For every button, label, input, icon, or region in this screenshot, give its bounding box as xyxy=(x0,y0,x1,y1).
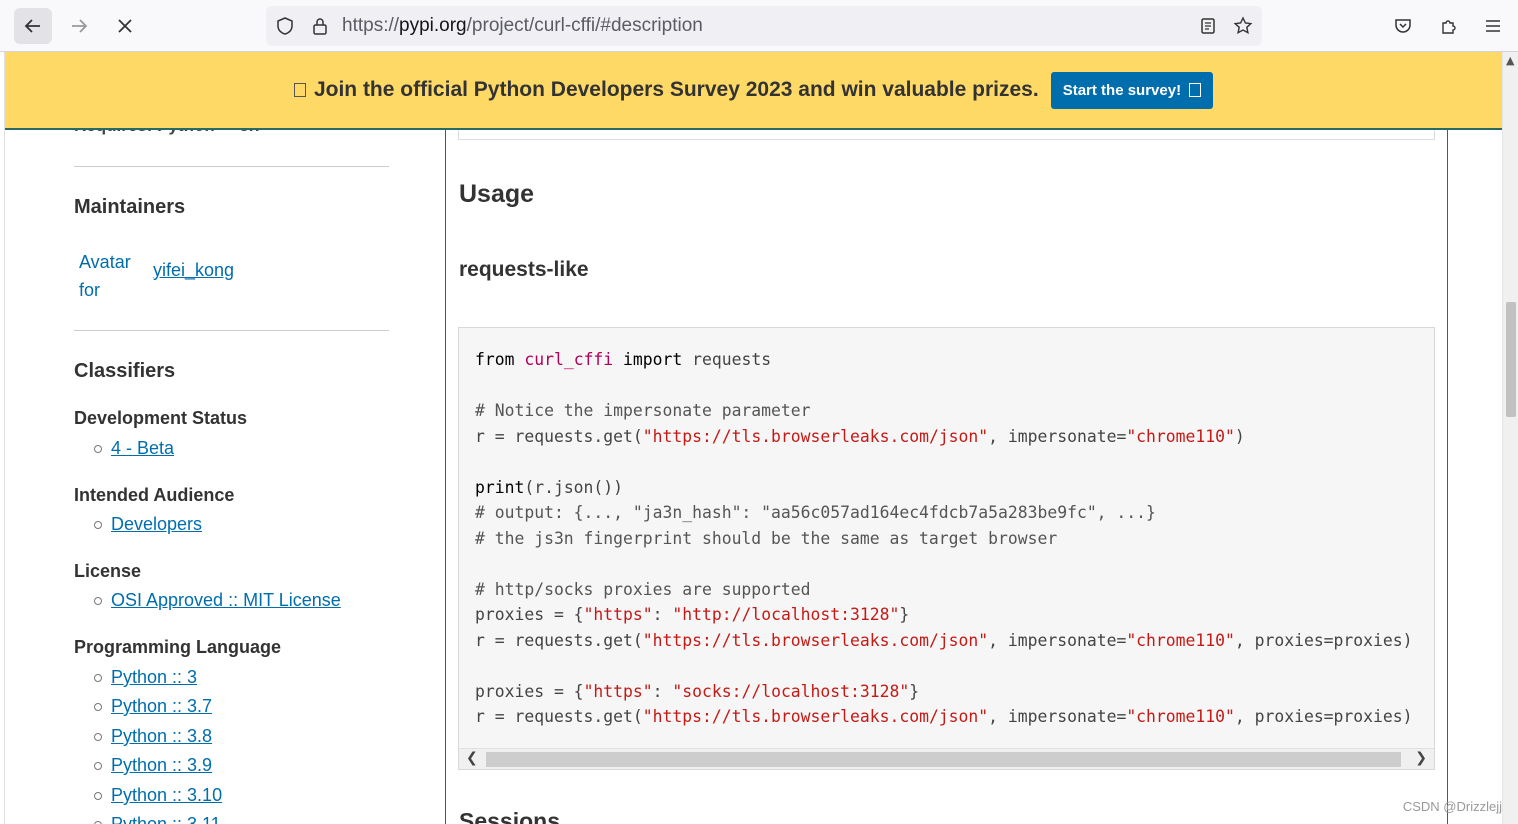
address-bar[interactable]: https://pypi.org/project/curl-cffi/#desc… xyxy=(266,6,1262,46)
avatar-alt-text: for xyxy=(79,280,101,300)
scrollbar-thumb[interactable] xyxy=(486,752,1401,767)
maintainers-heading: Maintainers xyxy=(74,196,186,218)
watermark: CSDN @Drizzlejj xyxy=(1402,799,1502,814)
scroll-left-icon[interactable]: ❮ xyxy=(466,750,478,766)
broken-image-icon xyxy=(1189,83,1202,97)
close-icon xyxy=(118,19,132,33)
back-button[interactable] xyxy=(14,8,52,44)
bullet-icon xyxy=(94,444,102,453)
classifier-item[interactable]: Python :: 3 xyxy=(94,667,197,688)
bullet-icon xyxy=(94,820,102,824)
puzzle-icon xyxy=(1442,20,1456,34)
scroll-right-icon[interactable]: ❯ xyxy=(1415,750,1427,766)
sessions-heading: Sessions xyxy=(459,808,560,824)
forward-button[interactable] xyxy=(60,8,98,44)
arrow-right-icon xyxy=(72,19,88,33)
divider xyxy=(74,166,389,167)
usage-heading: Usage xyxy=(459,180,535,208)
url-text[interactable]: https://pypi.org/project/curl-cffi/#desc… xyxy=(342,15,703,37)
classifiers-heading: Classifiers xyxy=(74,360,176,382)
classifier-group-title: Programming Language xyxy=(74,637,282,657)
classifier-item[interactable]: Python :: 3.10 xyxy=(94,785,222,806)
scroll-up-icon[interactable]: ▲ xyxy=(1506,54,1514,67)
banner-message: Join the official Python Developers Surv… xyxy=(293,78,1039,102)
maintainer-link[interactable]: yifei_kong xyxy=(153,260,234,281)
browser-toolbar: https://pypi.org/project/curl-cffi/#desc… xyxy=(0,0,1518,52)
page-scrollbar[interactable]: ▲ xyxy=(1502,52,1518,824)
classifier-item[interactable]: Python :: 3.8 xyxy=(94,726,212,747)
menu-button[interactable] xyxy=(1481,14,1505,38)
start-survey-button[interactable]: Start the survey! xyxy=(1050,71,1214,109)
code-block[interactable]: from curl_cffi import requests # Notice … xyxy=(458,327,1435,770)
avatar-alt-text: Avatar xyxy=(79,252,131,272)
classifier-group-title: Intended Audience xyxy=(74,485,235,505)
page-viewport: Requires: Python >=3.7 Maintainers Avata… xyxy=(0,52,1518,824)
bullet-icon xyxy=(94,732,102,741)
bullet-icon xyxy=(94,791,102,800)
broken-image-icon xyxy=(293,83,306,97)
lock-icon[interactable] xyxy=(310,16,330,36)
classifier-item[interactable]: Python :: 3.11 xyxy=(94,814,221,824)
divider xyxy=(74,330,389,331)
hamburger-menu-icon xyxy=(1486,20,1500,32)
scrollbar-thumb[interactable] xyxy=(1506,302,1516,417)
extensions-button[interactable] xyxy=(1437,14,1461,38)
survey-banner: Join the official Python Developers Surv… xyxy=(5,52,1502,130)
pocket-button[interactable] xyxy=(1391,14,1415,38)
bookmark-star-icon[interactable] xyxy=(1233,16,1253,36)
maintainer-avatar[interactable]: Avatar for xyxy=(79,248,131,304)
classifier-item[interactable]: Python :: 3.7 xyxy=(94,696,212,717)
bullet-icon xyxy=(94,673,102,682)
left-edge xyxy=(0,52,5,824)
requests-like-heading: requests-like xyxy=(459,258,589,281)
bullet-icon xyxy=(94,520,102,529)
reader-view-icon[interactable] xyxy=(1198,16,1218,36)
shield-icon[interactable] xyxy=(275,16,295,36)
bullet-icon xyxy=(94,761,102,770)
classifier-group-title: License xyxy=(74,561,142,581)
stop-loading-button[interactable] xyxy=(106,8,144,44)
bullet-icon xyxy=(94,596,102,605)
classifier-item[interactable]: Developers xyxy=(94,514,202,535)
code-content: from curl_cffi import requests # Notice … xyxy=(475,350,1413,726)
pocket-icon xyxy=(1395,19,1411,33)
classifier-item[interactable]: 4 - Beta xyxy=(94,438,174,459)
horizontal-scrollbar[interactable]: ❮ ❯ xyxy=(459,748,1434,769)
previous-code-block xyxy=(458,130,1435,140)
classifier-item[interactable]: Python :: 3.9 xyxy=(94,755,212,776)
bullet-icon xyxy=(94,702,102,711)
arrow-left-icon xyxy=(24,19,40,33)
classifier-item[interactable]: OSI Approved :: MIT License xyxy=(94,590,341,611)
classifier-group-title: Development Status xyxy=(74,408,248,428)
